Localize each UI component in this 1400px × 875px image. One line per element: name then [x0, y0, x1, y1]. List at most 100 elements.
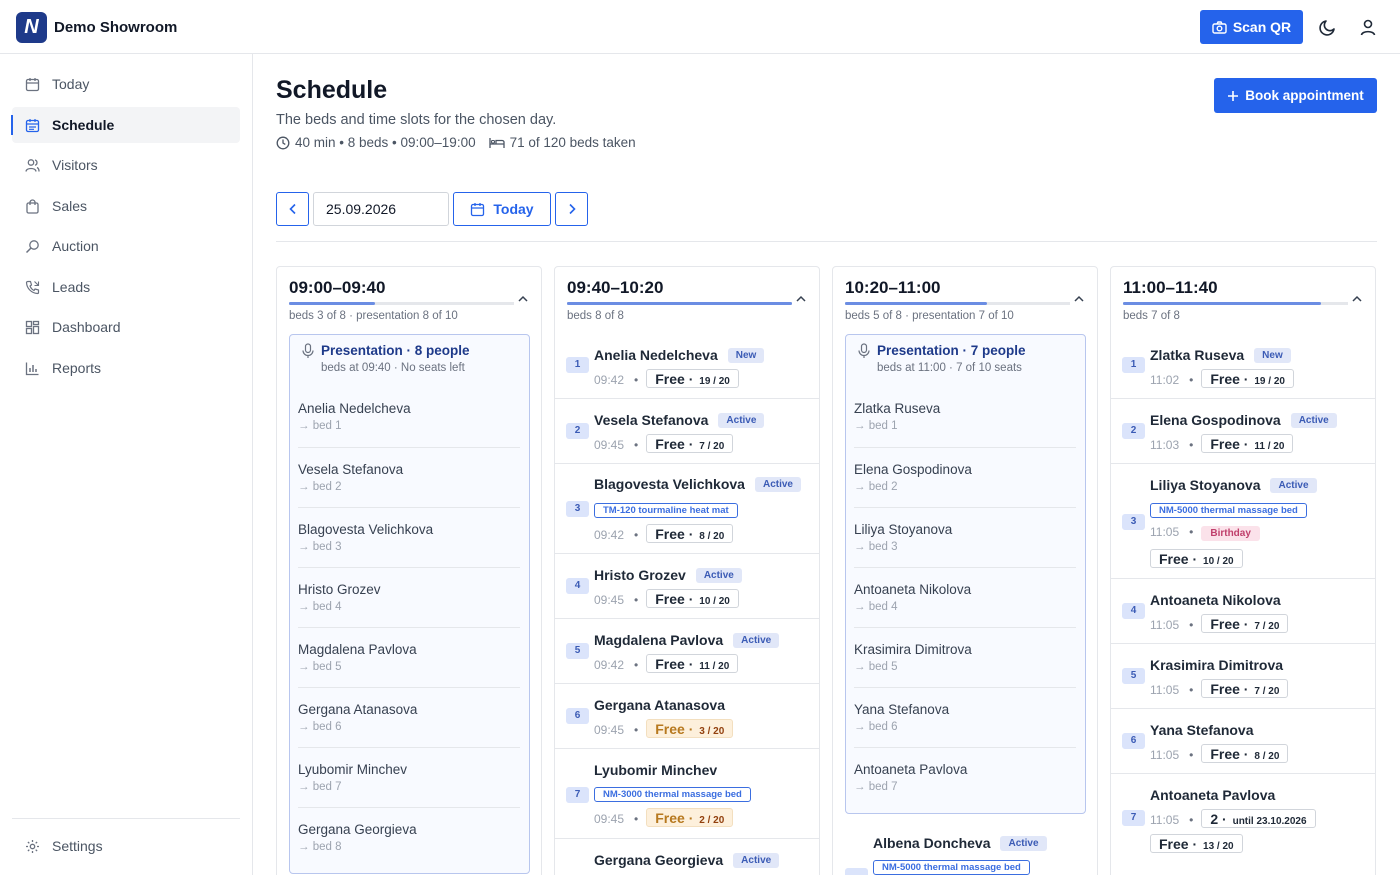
bed-number: 2	[1122, 423, 1145, 439]
slot-info: beds 8 of 8	[567, 310, 624, 322]
bed-number: 5	[566, 643, 589, 659]
product-tag[interactable]: NM-5000 thermal massage bed	[873, 860, 1030, 875]
app-logo[interactable]: N	[16, 12, 47, 43]
free-badge: Free · 19 / 20	[1201, 369, 1294, 388]
list-item[interactable]: Zlatka Ruseva → bed 1	[854, 387, 1076, 447]
status-badge: Active	[695, 568, 742, 583]
chevron-up-icon[interactable]	[1351, 293, 1363, 305]
free-count: 7 / 20	[699, 441, 725, 452]
sidebar-item-today[interactable]: Today	[12, 66, 240, 102]
sidebar-item-auction[interactable]: Auction	[12, 228, 240, 264]
bed-booking[interactable]: 7 Antoaneta Pavlova 11:05 • 2 · until 23.1…	[1111, 773, 1375, 875]
slot-header[interactable]: 09:00–09:40 beds 3 of 8 · presentation 8…	[277, 267, 541, 327]
presentation-card[interactable]: Presentation · 7 people beds at 11:00 · …	[845, 334, 1086, 814]
free-label: Free	[655, 810, 685, 826]
bed-assignment: → bed 2	[298, 481, 342, 493]
book-appointment-button[interactable]: Book appointment	[1214, 78, 1377, 113]
until-date: until 23.10.2026	[1232, 816, 1307, 827]
list-item[interactable]: Krasimira Dimitrova → bed 5	[854, 627, 1076, 687]
status-badge: Active	[1270, 478, 1317, 493]
visitor-name: Lyubomir Minchev	[298, 762, 408, 777]
today-button[interactable]: Today	[453, 192, 551, 226]
free-count: 2 / 20	[699, 815, 725, 826]
list-item[interactable]: Blagovesta Velichkova → bed 3	[298, 507, 520, 567]
sidebar-item-visitors[interactable]: Visitors	[12, 147, 240, 183]
sidebar-item-dashboard[interactable]: Dashboard	[12, 309, 240, 345]
sidebar-item-sales[interactable]: Sales	[12, 188, 240, 224]
chevron-up-icon[interactable]	[1073, 293, 1085, 305]
bed-booking[interactable]: Gergana Georgieva Active	[555, 838, 819, 875]
slot-header[interactable]: 10:20–11:00 beds 5 of 8 · presentation 7…	[833, 267, 1097, 327]
bed-number: 1	[566, 357, 589, 373]
visitor-name: Antoaneta Nikolova	[854, 582, 972, 597]
sidebar-item-label: Leads	[52, 279, 91, 295]
visitor-name: Krasimira Dimitrova	[1150, 657, 1284, 673]
free-badge: Free · 7 / 20	[1201, 679, 1289, 698]
user-menu-button[interactable]	[1357, 16, 1379, 38]
slot-time: 09:40–10:20	[567, 278, 664, 297]
list-item[interactable]: Gergana Atanasova → bed 6	[298, 687, 520, 747]
list-item[interactable]: Gergana Georgieva → bed 8	[298, 807, 520, 867]
scan-qr-label: Scan QR	[1232, 19, 1292, 35]
bed-booking[interactable]: 5 Krasimira Dimitrova 11:05 • Free · 7 / 2…	[1111, 643, 1375, 708]
presentation-card[interactable]: Presentation · 8 people beds at 09:40 · …	[289, 334, 530, 874]
bed-booking[interactable]: 3 Blagovesta Velichkova Active TM-120 tou…	[555, 463, 819, 553]
chevron-up-icon[interactable]	[795, 293, 807, 305]
bed-booking[interactable]: 4 Antoaneta Nikolova 11:05 • Free · 7 / 20	[1111, 578, 1375, 643]
visitor-name: Blagovesta Velichkova	[594, 476, 745, 492]
date-field[interactable]: 25.09.2026	[313, 192, 449, 226]
sidebar-item-label: Visitors	[52, 157, 98, 173]
bed-booking[interactable]: 2 Vesela Stefanova Active 09:45 • Free · 7 …	[555, 398, 819, 463]
list-item[interactable]: Anelia Nedelcheva → bed 1	[298, 387, 520, 447]
free-badge: Free · 10 / 20	[646, 589, 739, 608]
checkin-time: 11:02	[1150, 373, 1180, 387]
list-item[interactable]: Antoaneta Nikolova → bed 4	[854, 567, 1076, 627]
list-item[interactable]: Antoaneta Pavlova → bed 7	[854, 747, 1076, 807]
slot-header[interactable]: 09:40–10:20 beds 8 of 8	[555, 267, 819, 327]
visitor-name: Gergana Atanasova	[594, 697, 725, 713]
sidebar-item-reports[interactable]: Reports	[12, 350, 240, 386]
checkin-time: 09:45	[594, 438, 625, 452]
list-item[interactable]: Yana Stefanova → bed 6	[854, 687, 1076, 747]
next-day-button[interactable]	[555, 192, 588, 226]
slot-header[interactable]: 11:00–11:40 beds 7 of 8	[1111, 267, 1375, 327]
list-item[interactable]: Liliya Stoyanova → bed 3	[854, 507, 1076, 567]
dark-mode-toggle[interactable]	[1317, 16, 1339, 38]
bed-booking[interactable]: 1 Anelia Nedelcheva New 09:42 • Free · 19 /…	[555, 333, 819, 398]
free-count: 19 / 20	[1254, 376, 1285, 387]
bed-booking[interactable]: 3 Liliya Stoyanova Active NM-5000 thermal…	[1111, 463, 1375, 578]
chevron-up-icon[interactable]	[517, 293, 529, 305]
checkin-time: 11:05	[1150, 683, 1180, 697]
sidebar-item-settings[interactable]: Settings	[12, 828, 240, 864]
list-item[interactable]: Magdalena Pavlova → bed 5	[298, 627, 520, 687]
bed-number: 3	[1122, 514, 1145, 530]
prev-day-button[interactable]	[276, 192, 309, 226]
schedule-meta: 40 min • 8 beds • 09:00–19:00 71 of 120 …	[276, 135, 636, 150]
bed-booking[interactable]: 6 Gergana Atanasova 09:45 • Free · 3 / 20	[555, 683, 819, 748]
bed-booking[interactable]: 6 Yana Stefanova 11:05 • Free · 8 / 20	[1111, 708, 1375, 773]
presentation-subtitle: beds at 09:40 · No seats left	[321, 362, 465, 374]
free-count: 8 / 20	[1254, 751, 1280, 762]
bed-booking[interactable]: 7 Lyubomir Minchev NM-3000 thermal massa…	[555, 748, 819, 838]
app-name[interactable]: Demo Showroom	[54, 19, 177, 36]
free-badge: Free · 8 / 20	[646, 524, 734, 543]
bed-booking[interactable]: 2 Elena Gospodinova Active 11:03 • Free · 1…	[1111, 398, 1375, 463]
product-tag[interactable]: NM-5000 thermal massage bed	[1150, 503, 1307, 518]
list-item[interactable]: Hristo Grozev → bed 4	[298, 567, 520, 627]
sidebar-item-leads[interactable]: Leads	[12, 269, 240, 305]
moon-icon	[1319, 20, 1335, 36]
bed-booking[interactable]: 4 Hristo Grozev Active 09:45 • Free · 10 / …	[555, 553, 819, 618]
bed-assignment: → bed 7	[854, 781, 898, 793]
list-item[interactable]: Lyubomir Minchev → bed 7	[298, 747, 520, 807]
product-tag[interactable]: TM-120 tourmaline heat mat	[594, 503, 738, 518]
list-item[interactable]: Elena Gospodinova → bed 2	[854, 447, 1076, 507]
bed-booking[interactable]: 5 Magdalena Pavlova Active 09:42 • Free · 1…	[555, 618, 819, 683]
chevron-right-icon	[568, 203, 576, 215]
scan-qr-button[interactable]: Scan QR	[1200, 10, 1303, 44]
sidebar-item-schedule[interactable]: Schedule	[11, 107, 240, 143]
product-tag[interactable]: NM-3000 thermal massage bed	[594, 787, 751, 802]
slot-progress	[567, 302, 792, 305]
bed-booking[interactable]: Albena Doncheva Active NM-5000 thermal ma…	[833, 827, 1097, 875]
list-item[interactable]: Vesela Stefanova → bed 2	[298, 447, 520, 507]
bed-booking[interactable]: 1 Zlatka Ruseva New 11:02 • Free · 19 / 20	[1111, 333, 1375, 398]
